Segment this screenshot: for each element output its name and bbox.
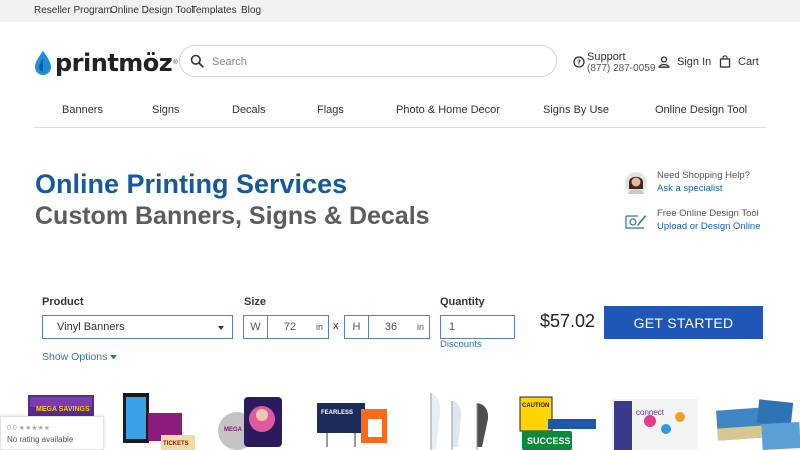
product-select-value: Vinyl Banners — [57, 321, 125, 333]
ask-specialist-link[interactable]: Ask a specialist — [657, 183, 722, 194]
height-unit: in — [416, 322, 424, 332]
width-prefix: W — [244, 316, 268, 338]
reseller-program-link[interactable]: Reseller Program — [34, 5, 112, 16]
blog-link[interactable]: Blog — [241, 5, 261, 16]
rating-stars: 0.0 ★★★★★ — [7, 425, 51, 432]
site-header: printmöz ® ? Support (877) 287-0059 Sign… — [0, 22, 800, 102]
nav-item-online-design-tool[interactable]: Online Design Tool — [655, 104, 747, 116]
product-thumb-decals[interactable]: MEGA SAVINGS — [218, 397, 282, 450]
hero-subtitle: Custom Banners, Signs & Decals — [35, 202, 430, 230]
chevron-down-icon — [218, 326, 224, 330]
search-icon[interactable] — [190, 54, 204, 68]
cart-link[interactable]: Cart — [738, 56, 759, 68]
nav-item-signs[interactable]: Signs — [152, 104, 180, 116]
quantity-label: Quantity — [440, 296, 485, 308]
design-tool-caption: Free Online Design Tool — [657, 208, 759, 219]
nav-item-signs-by-use[interactable]: Signs By Use — [543, 104, 609, 116]
thumb-text-mega-savings-1: MEGA SAVINGS — [36, 406, 90, 413]
quantity-value[interactable]: 1 — [449, 321, 455, 333]
show-options-label: Show Options — [42, 351, 108, 363]
nav-item-flags[interactable]: Flags — [317, 104, 344, 116]
sign-in-link[interactable]: Sign In — [677, 56, 711, 68]
support-label: Support — [587, 51, 626, 63]
cart-bag-icon[interactable] — [719, 55, 731, 68]
logo-wordmark: printmöz — [55, 49, 173, 77]
specialist-avatar-icon — [625, 172, 647, 194]
upload-or-design-link[interactable]: Upload or Design Online — [657, 221, 761, 232]
product-select[interactable]: Vinyl Banners — [42, 315, 233, 339]
shopping-help-caption: Need Shopping Help? — [657, 170, 750, 181]
support-phone[interactable]: (877) 287-0059 — [587, 63, 655, 74]
height-field[interactable]: H 36 in — [344, 315, 430, 339]
width-value[interactable]: 72 — [268, 321, 312, 333]
product-thumbnail-strip: MEGA SAVINGS TICKETS MEGA SAVINGS FEARLE… — [28, 393, 800, 450]
product-thumb-aluminum-signs[interactable]: CAUTION SUCCESS — [519, 396, 596, 450]
droplet-icon — [35, 51, 51, 75]
printmoz-logo[interactable]: printmöz ® — [33, 49, 178, 77]
dimension-separator: x — [333, 320, 339, 332]
design-tool-help: Free Online Design Tool Upload or Design… — [625, 208, 800, 238]
quantity-field[interactable]: 1 — [440, 315, 515, 339]
user-icon[interactable] — [658, 56, 670, 68]
size-label: Size — [244, 296, 267, 308]
main-nav: Banners Signs Decals Flags Photo & Home … — [34, 94, 766, 128]
design-tool-icon — [625, 215, 646, 229]
svg-text:?: ? — [577, 59, 581, 67]
product-thumb-yard-signs[interactable]: FEARLESS — [317, 403, 387, 447]
thumb-text-tickets: TICKETS — [163, 441, 189, 447]
registered-mark: ® — [173, 60, 178, 66]
search-bar[interactable] — [179, 45, 557, 77]
thumb-text-success: SUCCESS — [527, 436, 571, 446]
nav-item-decals[interactable]: Decals — [232, 104, 266, 116]
width-field[interactable]: W 72 in — [243, 315, 329, 339]
caret-down-icon — [110, 354, 118, 360]
search-input[interactable] — [212, 52, 542, 72]
height-value[interactable]: 36 — [369, 321, 413, 333]
product-thumb-photo-prints[interactable] — [716, 399, 800, 450]
product-thumb-flags[interactable] — [430, 393, 489, 450]
nav-item-banners[interactable]: Banners — [62, 104, 103, 116]
templates-link[interactable]: Templates — [191, 5, 237, 16]
product-thumb-signs[interactable]: TICKETS — [123, 393, 195, 450]
width-unit: in — [315, 322, 323, 332]
top-utility-bar: Reseller Program Online Design Tool Temp… — [0, 0, 800, 22]
height-prefix: H — [345, 316, 369, 338]
show-options-toggle[interactable]: Show Options — [42, 351, 118, 363]
product-label: Product — [42, 296, 84, 308]
online-design-tool-link[interactable]: Online Design Tool — [110, 5, 194, 16]
shopping-help: Need Shopping Help? Ask a specialist — [625, 170, 800, 200]
rating-widget[interactable]: 0.0 ★★★★★ No rating available — [0, 416, 104, 450]
help-circle-icon: ? — [573, 56, 585, 68]
thumb-text-caution: CAUTION — [522, 403, 549, 409]
thumb-text-connect: connect — [636, 408, 665, 417]
thumb-text-fearless: FEARLESS — [321, 410, 353, 416]
price-display: $57.02 — [540, 311, 596, 331]
discounts-link[interactable]: Discounts — [440, 339, 482, 350]
product-thumb-backdrops[interactable]: connect — [612, 399, 698, 450]
get-started-button[interactable]: GET STARTED — [604, 306, 763, 339]
nav-item-photo-home-decor[interactable]: Photo & Home Decor — [396, 104, 500, 116]
rating-text: No rating available — [7, 435, 74, 444]
hero-title: Online Printing Services — [35, 169, 348, 199]
